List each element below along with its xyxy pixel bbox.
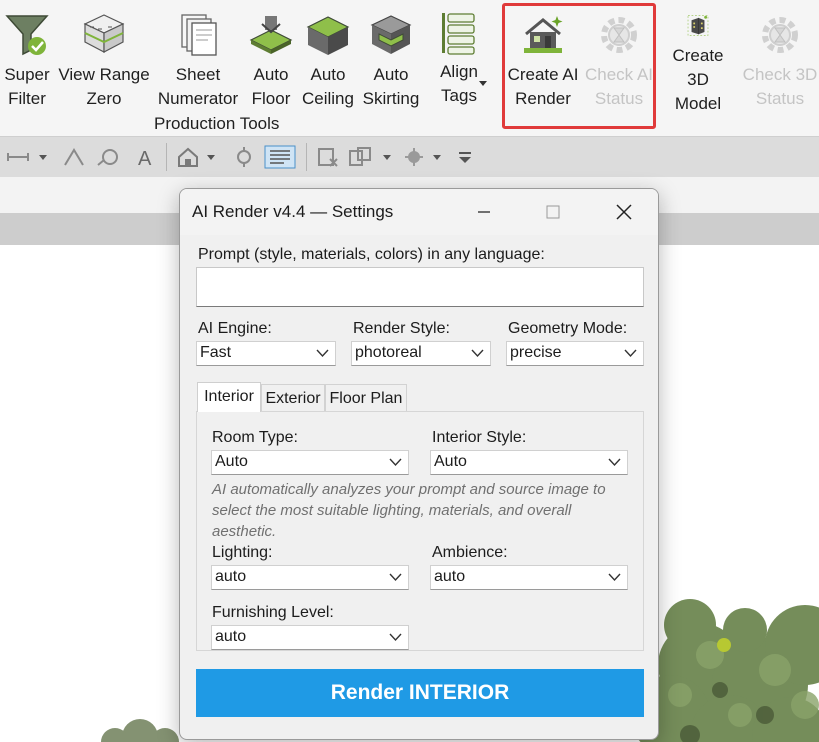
interior-tab-panel: Room Type: Auto Interior Style: Auto AI … [196,411,644,651]
sheet-numerator-button[interactable]: Sheet Numerator [154,0,242,116]
render-style-select[interactable]: photoreal [351,341,491,366]
furnishing-level-value: auto [215,628,247,645]
3d-building-icon [687,15,709,36]
create-3d-model-label: Create 3D Model [672,46,724,113]
room-type-value: Auto [215,453,248,470]
tag-icon[interactable] [96,145,120,169]
chevron-down-icon [389,458,402,467]
quick-access-toolbar: A [0,136,819,177]
minimize-icon[interactable] [464,197,504,227]
chevron-down-icon [608,573,621,582]
auto-ceiling-label: Auto Ceiling [302,65,354,108]
chevron-down-icon[interactable] [478,80,488,88]
check-3d-status-button[interactable]: Check 3D Status [742,0,818,116]
tab-exterior[interactable]: Exterior [261,384,325,412]
align-tags-button[interactable]: Align Tags [432,0,486,116]
tab-floor-plan[interactable]: Floor Plan [325,384,407,412]
interior-style-select[interactable]: Auto [430,450,628,475]
prompt-input[interactable] [196,267,644,307]
auto-skirting-label: Auto Skirting [362,65,420,108]
chevron-down-icon[interactable] [380,145,394,169]
chevron-down-icon[interactable] [36,145,50,169]
ribbon: Super Filter View Range Zero Sheet Numer… [0,0,819,136]
highlight-box [502,3,656,129]
chevron-down-icon [624,349,637,358]
interior-style-value: Auto [434,453,467,470]
building-layers-icon [83,14,125,53]
skirting-icon [370,15,412,54]
furnishing-level-select[interactable]: auto [211,625,409,650]
geometry-mode-value: precise [510,344,562,361]
chevron-down-icon [471,349,484,358]
funnel-icon [5,15,49,56]
maximize-icon[interactable] [532,197,572,227]
toolbar-separator [306,143,307,171]
prompt-label: Prompt (style, materials, colors) in any… [198,246,545,263]
svg-text:A: A [138,148,152,169]
chevron-down-icon[interactable] [204,145,218,169]
plugin-icon[interactable] [402,145,426,169]
auto-skirting-button[interactable]: Auto Skirting [358,0,424,116]
geometry-mode-label: Geometry Mode: [508,320,628,337]
ambience-label: Ambience: [432,544,508,561]
ambience-select[interactable]: auto [430,565,628,590]
ambience-value: auto [434,568,466,585]
ai-render-settings-dialog: AI Render v4.4 — Settings Prompt (style,… [179,188,659,740]
auto-floor-label: Auto Floor [251,65,291,108]
close-icon[interactable] [604,197,644,227]
room-type-label: Room Type: [212,429,298,446]
customize-toolbar-icon[interactable] [456,145,474,169]
auto-ceiling-button[interactable]: Auto Ceiling [302,0,354,116]
view-range-zero-button[interactable]: View Range Zero [58,0,150,116]
section-icon[interactable] [232,145,256,169]
ceiling-icon [306,16,350,55]
check-3d-status-label: Check 3D Status [742,65,818,108]
super-filter-button[interactable]: Super Filter [2,0,52,116]
floor-icon [249,16,293,54]
auto-analysis-hint: AI automatically analyzes your prompt an… [212,481,606,540]
create-3d-model-button[interactable]: Create 3D Model [660,0,736,116]
render-interior-button[interactable]: Render INTERIOR [196,669,644,717]
interior-style-label: Interior Style: [432,429,527,446]
furnishing-level-label: Furnishing Level: [212,604,334,621]
super-filter-label: Super Filter [4,65,50,108]
render-style-label: Render Style: [353,320,450,337]
view-range-zero-label: View Range Zero [58,65,150,108]
chevron-down-icon [316,349,329,358]
chevron-down-icon[interactable] [430,145,444,169]
close-hidden-icon[interactable] [316,145,340,169]
chevron-down-icon [389,633,402,642]
tab-interior[interactable]: Interior [197,382,261,412]
lighting-value: auto [215,568,247,585]
switch-windows-icon[interactable] [348,145,372,169]
room-type-select[interactable]: Auto [211,450,409,475]
measure-icon[interactable] [62,145,86,169]
dialog-titlebar[interactable]: AI Render v4.4 — Settings [180,189,658,235]
panel-title: Production Tools [154,114,280,133]
render-style-value: photoreal [355,344,422,361]
sheets-icon [181,14,217,56]
sheet-numerator-label: Sheet Numerator [157,65,239,108]
dialog-title: AI Render v4.4 — Settings [192,202,394,221]
chevron-down-icon [389,573,402,582]
auto-floor-button[interactable]: Auto Floor [246,0,296,116]
chevron-down-icon [608,458,621,467]
geometry-mode-select[interactable]: precise [506,341,644,366]
ai-engine-select[interactable]: Fast [196,341,336,366]
dimension-icon[interactable] [6,145,30,169]
home-icon[interactable] [176,145,200,169]
lighting-label: Lighting: [212,544,273,561]
text-icon[interactable]: A [134,145,158,169]
lighting-select[interactable]: auto [211,565,409,590]
gear-hourglass-icon [762,17,798,53]
thin-lines-icon[interactable] [264,145,296,169]
toolbar-separator [166,143,167,171]
align-tags-icon [442,13,475,55]
align-tags-label: Align Tags [440,62,478,105]
ai-engine-value: Fast [200,344,232,361]
ai-engine-label: AI Engine: [198,320,272,337]
